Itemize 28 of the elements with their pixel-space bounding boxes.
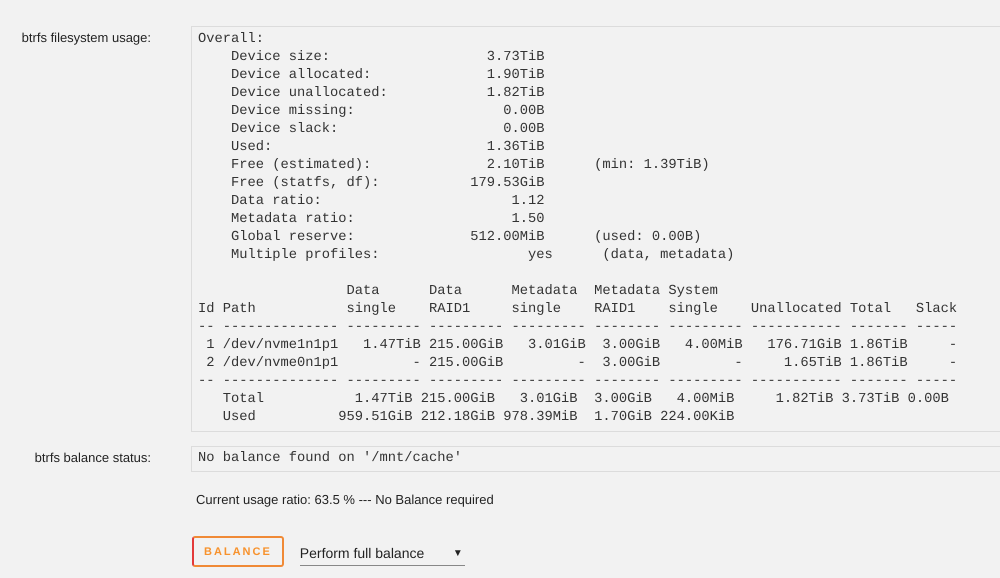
- usage-ratio-text: Current usage ratio: 63.5 % --- No Balance required: [196, 492, 494, 508]
- output-line: Overall:: [198, 31, 264, 49]
- output-line: Multiple profiles: yes (data, metadata): [230, 247, 734, 265]
- output-line: -- -------------- --------- --------- --------- -------- --------- ----------- ------- -----: [198, 319, 958, 337]
- output-line: Device slack: 0.00B: [230, 121, 545, 139]
- output-line: Device size: 3.73TiB: [230, 49, 545, 67]
- field-label: btrfs filesystem usage:: [20, 29, 151, 47]
- output-line: Used: 1.36TiB: [230, 139, 545, 157]
- dropdown-value: Perform full balance: [300, 545, 424, 561]
- output-line: Data ratio: 1.12: [230, 193, 545, 211]
- output-line: Free (estimated): 2.10TiB (min: 1.39TiB): [230, 157, 710, 175]
- output-line: 1 /dev/nvme1n1p1 1.47TiB 215.00GiB 3.01GiB 3.00GiB 4.00MiB 176.71GiB 1.86TiB -: [205, 337, 958, 355]
- output-line: Id Path single RAID1 single RAID1 single Unallocated Total Slack: [198, 301, 958, 319]
- output-line: Device allocated: 1.90TiB: [230, 67, 545, 85]
- output-line: 2 /dev/nvme0n1p1 - 215.00GiB - 3.00GiB - 1.65TiB 1.86TiB -: [205, 355, 958, 373]
- output-line: Free (statfs, df): 179.53GiB: [230, 175, 545, 193]
- output-line: Data Data Metadata Metadata System: [346, 283, 718, 301]
- output-line: Global reserve: 512.00MiB (used: 0.00B): [230, 229, 702, 247]
- output-line: Total 1.47TiB 215.00GiB 3.01GiB 3.00GiB 4.00MiB 1.82TiB 3.73TiB 0.00B: [222, 391, 949, 409]
- output-line: Device missing: 0.00B: [230, 103, 545, 121]
- balance-mode-dropdown[interactable]: Perform full balance ▼: [300, 538, 465, 566]
- output-line: Device unallocated: 1.82TiB: [230, 85, 545, 103]
- field-label: btrfs balance status:: [34, 449, 151, 467]
- output-line: -- -------------- --------- --------- --------- -------- --------- ----------- ------- -----: [198, 373, 958, 391]
- output-line: Metadata ratio: 1.50: [230, 211, 545, 229]
- status-output: No balance found on '/mnt/cache': [191, 446, 1000, 472]
- dropdown-caret: ▼: [452, 548, 463, 558]
- output-line: Used 959.51GiB 212.18GiB 978.39MiB 1.70GiB 224.00KiB: [222, 409, 734, 427]
